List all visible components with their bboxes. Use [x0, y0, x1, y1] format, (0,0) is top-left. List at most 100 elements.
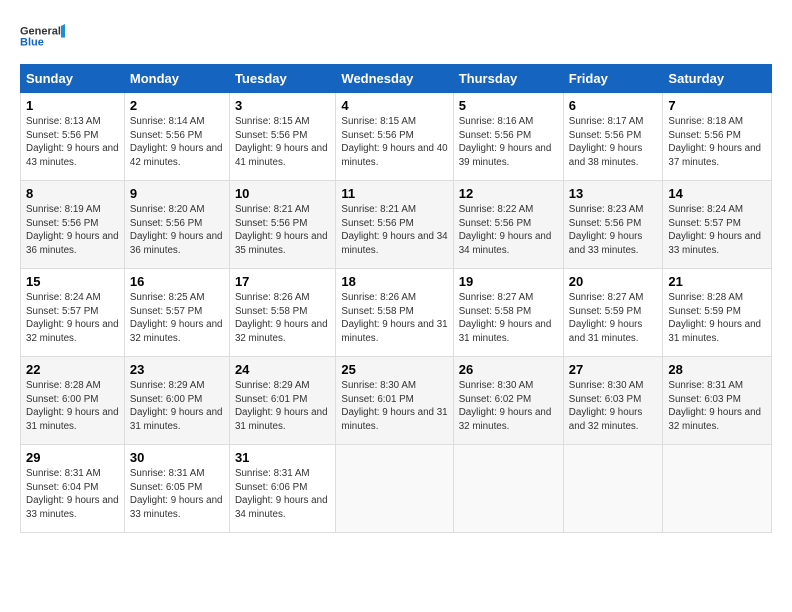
day-info: Sunrise: 8:30 AMSunset: 6:03 PMDaylight:…: [569, 380, 644, 432]
day-number: 10: [235, 186, 330, 201]
calendar-cell: 9 Sunrise: 8:20 AMSunset: 5:56 PMDayligh…: [124, 181, 229, 269]
day-number: 24: [235, 362, 330, 377]
day-info: Sunrise: 8:31 AMSunset: 6:04 PMDaylight:…: [26, 468, 119, 520]
day-info: Sunrise: 8:26 AMSunset: 5:58 PMDaylight:…: [341, 292, 447, 344]
day-info: Sunrise: 8:25 AMSunset: 5:57 PMDaylight:…: [130, 292, 223, 344]
day-number: 3: [235, 98, 330, 113]
calendar-cell: 10 Sunrise: 8:21 AMSunset: 5:56 PMDaylig…: [229, 181, 335, 269]
calendar-cell: 21 Sunrise: 8:28 AMSunset: 5:59 PMDaylig…: [663, 269, 772, 357]
day-info: Sunrise: 8:13 AMSunset: 5:56 PMDaylight:…: [26, 116, 119, 168]
day-number: 30: [130, 450, 224, 465]
calendar-week-row: 8 Sunrise: 8:19 AMSunset: 5:56 PMDayligh…: [21, 181, 772, 269]
day-info: Sunrise: 8:28 AMSunset: 6:00 PMDaylight:…: [26, 380, 119, 432]
day-info: Sunrise: 8:16 AMSunset: 5:56 PMDaylight:…: [459, 116, 552, 168]
day-number: 6: [569, 98, 658, 113]
day-number: 22: [26, 362, 119, 377]
day-number: 9: [130, 186, 224, 201]
weekday-header: Thursday: [453, 65, 563, 93]
day-number: 14: [668, 186, 766, 201]
day-info: Sunrise: 8:31 AMSunset: 6:03 PMDaylight:…: [668, 380, 761, 432]
day-number: 4: [341, 98, 447, 113]
calendar-cell: 20 Sunrise: 8:27 AMSunset: 5:59 PMDaylig…: [563, 269, 663, 357]
logo: General Blue: [20, 16, 65, 56]
day-number: 15: [26, 274, 119, 289]
calendar-cell: 31 Sunrise: 8:31 AMSunset: 6:06 PMDaylig…: [229, 445, 335, 533]
day-number: 18: [341, 274, 447, 289]
day-info: Sunrise: 8:17 AMSunset: 5:56 PMDaylight:…: [569, 116, 644, 168]
calendar-cell: 29 Sunrise: 8:31 AMSunset: 6:04 PMDaylig…: [21, 445, 125, 533]
day-info: Sunrise: 8:19 AMSunset: 5:56 PMDaylight:…: [26, 204, 119, 256]
day-number: 31: [235, 450, 330, 465]
weekday-header: Friday: [563, 65, 663, 93]
day-number: 21: [668, 274, 766, 289]
day-info: Sunrise: 8:30 AMSunset: 6:02 PMDaylight:…: [459, 380, 552, 432]
day-number: 25: [341, 362, 447, 377]
calendar-week-row: 29 Sunrise: 8:31 AMSunset: 6:04 PMDaylig…: [21, 445, 772, 533]
calendar-cell: 7 Sunrise: 8:18 AMSunset: 5:56 PMDayligh…: [663, 93, 772, 181]
day-number: 2: [130, 98, 224, 113]
calendar-cell: 23 Sunrise: 8:29 AMSunset: 6:00 PMDaylig…: [124, 357, 229, 445]
calendar-cell: 12 Sunrise: 8:22 AMSunset: 5:56 PMDaylig…: [453, 181, 563, 269]
day-info: Sunrise: 8:28 AMSunset: 5:59 PMDaylight:…: [668, 292, 761, 344]
day-number: 29: [26, 450, 119, 465]
day-info: Sunrise: 8:14 AMSunset: 5:56 PMDaylight:…: [130, 116, 223, 168]
day-number: 11: [341, 186, 447, 201]
day-info: Sunrise: 8:26 AMSunset: 5:58 PMDaylight:…: [235, 292, 328, 344]
weekday-header: Tuesday: [229, 65, 335, 93]
calendar-cell: 15 Sunrise: 8:24 AMSunset: 5:57 PMDaylig…: [21, 269, 125, 357]
svg-text:General: General: [20, 26, 61, 38]
logo-svg: General Blue: [20, 16, 65, 56]
calendar-cell: 28 Sunrise: 8:31 AMSunset: 6:03 PMDaylig…: [663, 357, 772, 445]
calendar-cell: 11 Sunrise: 8:21 AMSunset: 5:56 PMDaylig…: [336, 181, 453, 269]
day-info: Sunrise: 8:15 AMSunset: 5:56 PMDaylight:…: [235, 116, 328, 168]
calendar-cell: [453, 445, 563, 533]
weekday-header: Sunday: [21, 65, 125, 93]
page-header: General Blue: [20, 16, 772, 56]
calendar-cell: 27 Sunrise: 8:30 AMSunset: 6:03 PMDaylig…: [563, 357, 663, 445]
day-number: 16: [130, 274, 224, 289]
calendar-table: SundayMondayTuesdayWednesdayThursdayFrid…: [20, 64, 772, 533]
day-number: 12: [459, 186, 558, 201]
calendar-cell: 18 Sunrise: 8:26 AMSunset: 5:58 PMDaylig…: [336, 269, 453, 357]
day-number: 7: [668, 98, 766, 113]
calendar-cell: 2 Sunrise: 8:14 AMSunset: 5:56 PMDayligh…: [124, 93, 229, 181]
day-info: Sunrise: 8:27 AMSunset: 5:59 PMDaylight:…: [569, 292, 644, 344]
day-info: Sunrise: 8:23 AMSunset: 5:56 PMDaylight:…: [569, 204, 644, 256]
calendar-cell: 8 Sunrise: 8:19 AMSunset: 5:56 PMDayligh…: [21, 181, 125, 269]
calendar-week-row: 15 Sunrise: 8:24 AMSunset: 5:57 PMDaylig…: [21, 269, 772, 357]
day-info: Sunrise: 8:21 AMSunset: 5:56 PMDaylight:…: [235, 204, 328, 256]
calendar-header-row: SundayMondayTuesdayWednesdayThursdayFrid…: [21, 65, 772, 93]
calendar-cell: 22 Sunrise: 8:28 AMSunset: 6:00 PMDaylig…: [21, 357, 125, 445]
calendar-week-row: 22 Sunrise: 8:28 AMSunset: 6:00 PMDaylig…: [21, 357, 772, 445]
calendar-cell: 3 Sunrise: 8:15 AMSunset: 5:56 PMDayligh…: [229, 93, 335, 181]
calendar-cell: 14 Sunrise: 8:24 AMSunset: 5:57 PMDaylig…: [663, 181, 772, 269]
day-info: Sunrise: 8:29 AMSunset: 6:00 PMDaylight:…: [130, 380, 223, 432]
day-info: Sunrise: 8:30 AMSunset: 6:01 PMDaylight:…: [341, 380, 447, 432]
calendar-cell: 24 Sunrise: 8:29 AMSunset: 6:01 PMDaylig…: [229, 357, 335, 445]
calendar-cell: 25 Sunrise: 8:30 AMSunset: 6:01 PMDaylig…: [336, 357, 453, 445]
calendar-week-row: 1 Sunrise: 8:13 AMSunset: 5:56 PMDayligh…: [21, 93, 772, 181]
weekday-header: Saturday: [663, 65, 772, 93]
day-info: Sunrise: 8:20 AMSunset: 5:56 PMDaylight:…: [130, 204, 223, 256]
calendar-cell: 4 Sunrise: 8:15 AMSunset: 5:56 PMDayligh…: [336, 93, 453, 181]
calendar-cell: [336, 445, 453, 533]
day-info: Sunrise: 8:29 AMSunset: 6:01 PMDaylight:…: [235, 380, 328, 432]
calendar-cell: 16 Sunrise: 8:25 AMSunset: 5:57 PMDaylig…: [124, 269, 229, 357]
weekday-header: Wednesday: [336, 65, 453, 93]
day-number: 28: [668, 362, 766, 377]
day-number: 8: [26, 186, 119, 201]
calendar-cell: [563, 445, 663, 533]
day-info: Sunrise: 8:27 AMSunset: 5:58 PMDaylight:…: [459, 292, 552, 344]
day-info: Sunrise: 8:15 AMSunset: 5:56 PMDaylight:…: [341, 116, 447, 168]
page-container: General Blue SundayMondayTuesdayWednesda…: [0, 0, 792, 543]
day-number: 20: [569, 274, 658, 289]
calendar-cell: 1 Sunrise: 8:13 AMSunset: 5:56 PMDayligh…: [21, 93, 125, 181]
day-number: 19: [459, 274, 558, 289]
day-info: Sunrise: 8:21 AMSunset: 5:56 PMDaylight:…: [341, 204, 447, 256]
day-number: 13: [569, 186, 658, 201]
day-number: 23: [130, 362, 224, 377]
calendar-cell: 17 Sunrise: 8:26 AMSunset: 5:58 PMDaylig…: [229, 269, 335, 357]
day-number: 27: [569, 362, 658, 377]
day-info: Sunrise: 8:24 AMSunset: 5:57 PMDaylight:…: [26, 292, 119, 344]
calendar-cell: 13 Sunrise: 8:23 AMSunset: 5:56 PMDaylig…: [563, 181, 663, 269]
